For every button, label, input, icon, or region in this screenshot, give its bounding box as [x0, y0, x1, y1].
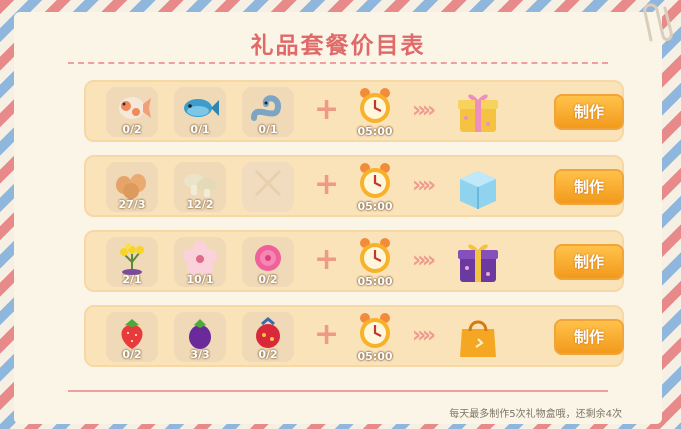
yellow-gift-box-icon [458, 94, 498, 132]
koi-fish-icon [119, 97, 151, 119]
ingredient-slot[interactable]: 12/2 [174, 162, 226, 212]
plus-icon: + [314, 92, 340, 127]
yellow-flower-icon [120, 243, 144, 275]
ingredient-slot[interactable]: 0/2 [106, 312, 158, 362]
timer-text: 05:00 [357, 275, 393, 288]
ingredient-count: 12/2 [186, 198, 214, 211]
ingredient-count: 0/2 [258, 273, 278, 286]
double-arrow-icon: » » [412, 323, 436, 348]
gift-menu-panel: 礼品套餐价目表 0/2 0/1 0/1 + 05:00 » » 制作 27/3 … [14, 12, 662, 424]
plus-icon: + [314, 317, 340, 352]
recipe-row-4: 0/2 3/3 0/2 + 05:00 » » 制作 [84, 305, 624, 367]
ingredient-count: 2/1 [122, 273, 142, 286]
empty-slot-icon [254, 169, 282, 197]
ingredient-slot[interactable]: 0/1 [242, 87, 294, 137]
recipe-row-1: 0/2 0/1 0/1 + 05:00 » » 制作 [84, 80, 624, 142]
ingredient-count: 0/2 [122, 123, 142, 136]
timer-text: 05:00 [357, 350, 393, 363]
eel-icon [251, 95, 282, 121]
timer-text: 05:00 [357, 125, 393, 138]
eggs-icon [116, 174, 146, 199]
ingredient-slot[interactable]: 27/3 [106, 162, 158, 212]
timer: 05:00 [354, 236, 396, 288]
alarm-clock-icon [360, 313, 390, 348]
ingredient-count: 0/1 [190, 123, 210, 136]
ingredient-count: 0/2 [122, 348, 142, 361]
blue-gift-box-icon [460, 171, 496, 209]
ingredient-slot[interactable]: 0/2 [106, 87, 158, 137]
eggplant-icon [189, 319, 211, 349]
timer-text: 05:00 [357, 200, 393, 213]
recipe-row-3: 2/1 10/1 0/2 + 05:00 » » 制作 [84, 230, 624, 292]
timer: 05:00 [354, 86, 396, 138]
alarm-clock-icon [360, 88, 390, 123]
ingredient-slot[interactable]: 0/1 [174, 87, 226, 137]
purple-gift-box-icon [458, 244, 498, 282]
craft-button[interactable]: 制作 [554, 169, 624, 205]
craft-button[interactable]: 制作 [554, 319, 624, 355]
reward-slot [454, 163, 502, 211]
ingredient-count: 3/3 [190, 348, 210, 361]
panel-title: 礼品套餐价目表 [250, 33, 426, 59]
craft-button[interactable]: 制作 [554, 94, 624, 130]
ingredient-slot[interactable]: 2/1 [106, 237, 158, 287]
recipe-row-2: 27/3 12/2 + 05:00 » » 制作 [84, 155, 624, 217]
orange-gift-bag-icon [460, 320, 496, 357]
double-arrow-icon: » » [412, 98, 436, 123]
rose-icon [255, 245, 281, 271]
paper-clip-icon [643, 3, 673, 42]
ingredient-slot[interactable]: 0/2 [242, 312, 294, 362]
plus-icon: + [314, 167, 340, 202]
red-lantern-fruit-icon [256, 317, 280, 348]
craft-button[interactable]: 制作 [554, 244, 624, 280]
alarm-clock-icon [360, 238, 390, 273]
reward-slot [454, 88, 502, 136]
ingredient-slot[interactable]: 3/3 [174, 312, 226, 362]
ingredient-count: 10/1 [186, 273, 214, 286]
timer: 05:00 [354, 311, 396, 363]
ingredient-slot-empty [242, 162, 294, 212]
plus-icon: + [314, 242, 340, 277]
double-arrow-icon: » » [412, 248, 436, 273]
title-divider [68, 62, 608, 64]
ingredient-count: 0/1 [258, 123, 278, 136]
reward-slot [454, 238, 502, 286]
blue-fish-icon [184, 99, 219, 117]
daily-limit-note: 每天最多制作5次礼物盒哦，还剩余4次 [449, 409, 622, 420]
reward-slot [454, 313, 502, 361]
timer: 05:00 [354, 161, 396, 213]
ingredient-slot[interactable]: 10/1 [174, 237, 226, 287]
strawberry-icon [121, 319, 143, 349]
ingredient-count: 27/3 [118, 198, 146, 211]
ingredient-count: 0/2 [258, 348, 278, 361]
pink-blossom-icon [183, 241, 217, 275]
alarm-clock-icon [360, 163, 390, 198]
bottom-divider [68, 390, 608, 392]
double-arrow-icon: » » [412, 173, 436, 198]
ingredient-slot[interactable]: 0/2 [242, 237, 294, 287]
mushrooms-icon [184, 174, 217, 197]
